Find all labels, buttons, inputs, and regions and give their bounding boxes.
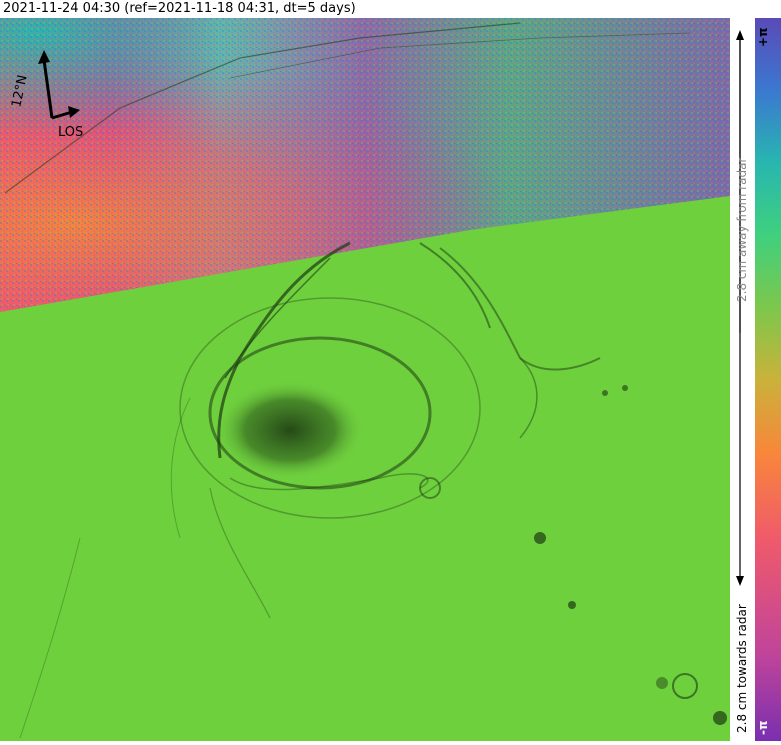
colorbar-ramp: [755, 18, 781, 741]
map-canvas: 12°N LOS: [0, 18, 730, 741]
interferogram-map: 12°N LOS: [0, 18, 730, 741]
summit-crater: [215, 380, 365, 480]
colorbar-towards-label: 2.8 cm towards radar: [735, 604, 749, 733]
colorbar-max-label: +π: [756, 27, 770, 47]
image-title: 2021-11-24 04:30 (ref=2021-11-18 04:31, …: [3, 1, 356, 16]
los-label: LOS: [58, 125, 83, 140]
colorbar-min-label: -π: [756, 720, 770, 735]
colorbar-away-label: 2.8 cm away from radar: [735, 157, 749, 302]
